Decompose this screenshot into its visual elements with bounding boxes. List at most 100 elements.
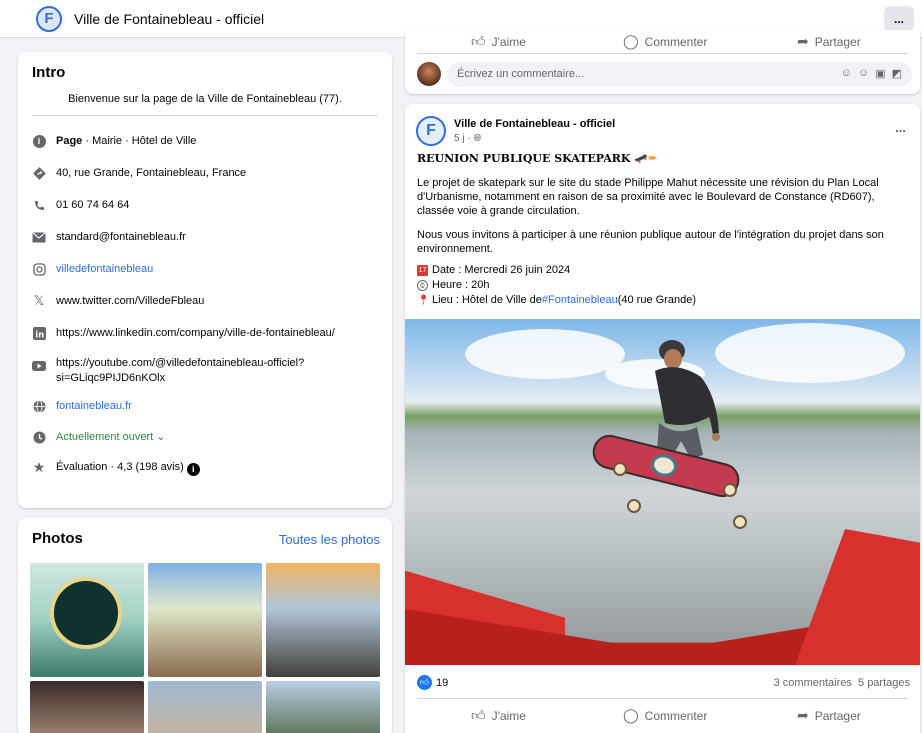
event-date: 17 Date : Mercredi 26 juin 2024 — [417, 263, 570, 277]
like-button[interactable]: 👍︎ J'aime — [471, 707, 526, 724]
thumbs-up-icon: 👍︎ — [471, 707, 486, 723]
event-place-text: Lieu : Hôtel de Ville de — [432, 294, 542, 306]
photo-thumbnail[interactable] — [148, 681, 262, 733]
prev-like-label: J'aime — [491, 34, 526, 49]
comment-icon: ◯ — [623, 707, 639, 723]
thumbs-up-icon: 👍︎ — [471, 33, 486, 49]
event-place-suffix: (40 rue Grande) — [617, 294, 696, 306]
email-text[interactable]: standard@fontainebleau.fr — [56, 230, 186, 245]
prev-comment-label: Commenter — [644, 34, 708, 49]
engagement-counts: 3 commentaires 5 partages — [774, 677, 910, 689]
intro-bio: Bienvenue sur la page de la Ville de Fon… — [32, 93, 378, 116]
website-link[interactable]: fontainebleau.fr — [56, 399, 132, 414]
info-row-linkedin: in https://www.linkedin.com/company/vill… — [32, 326, 335, 341]
post-author-logo[interactable]: F — [416, 116, 446, 146]
all-photos-link[interactable]: Toutes les photos — [279, 532, 380, 547]
info-row-category: i Page · Mairie · Hôtel de Ville — [32, 134, 196, 149]
photos-card: Photos Toutes les photos — [18, 518, 392, 733]
phone-text[interactable]: 01 60 74 64 64 — [56, 198, 129, 213]
prev-share-button[interactable]: ➦ Partager — [797, 33, 861, 50]
prev-comment-button[interactable]: ◯ Commenter — [623, 33, 707, 50]
calendar-icon: 17 — [417, 264, 428, 276]
post-title-text: REUNION PUBLIQUE SKATEPARK — [417, 152, 631, 165]
post-more-button[interactable]: ... — [895, 120, 906, 135]
info-row-instagram: villedefontainebleau — [32, 262, 153, 277]
category-text: · Mairie · Hôtel de Ville — [82, 135, 197, 147]
info-row-hours[interactable]: Actuellement ouvert ⌄ — [32, 430, 166, 445]
user-avatar[interactable] — [417, 62, 441, 86]
post-paragraph: Le projet de skatepark sur le site du st… — [417, 177, 879, 217]
youtube-text[interactable]: https://youtube.com/@villedefontaineblea… — [56, 356, 304, 371]
divider — [417, 698, 908, 699]
youtube-text-continued[interactable]: si=GLiqc9PIJD6nKOlx — [56, 371, 304, 386]
hashtag-link[interactable]: #Fontainebleau — [542, 293, 618, 307]
share-button[interactable]: ➦ Partager — [797, 707, 861, 724]
info-row-email: standard@fontainebleau.fr — [32, 230, 186, 245]
rating-text: Évaluation · 4,3 (198 avis) — [56, 461, 184, 473]
category-label: Page — [56, 135, 83, 147]
sticker-icon[interactable]: ◩ — [892, 67, 902, 80]
email-icon — [32, 230, 46, 244]
share-icon: ➦ — [797, 707, 809, 723]
info-row-rating: ★ Évaluation · 4,3 (198 avis) i — [32, 458, 200, 476]
prev-like-button[interactable]: 👍︎ J'aime — [471, 33, 526, 50]
youtube-icon — [32, 359, 46, 373]
photo-thumbnail[interactable] — [30, 563, 144, 677]
address-text: 40, rue Grande, Fontainebleau, France — [56, 167, 247, 179]
more-options-button[interactable]: ... — [884, 6, 914, 32]
post-photo[interactable] — [405, 319, 920, 665]
post-card: F Ville de Fontainebleau - officiel 5 j … — [405, 104, 920, 733]
photo-thumbnail[interactable] — [148, 563, 262, 677]
page-name[interactable]: Ville de Fontainebleau - officiel — [74, 11, 264, 27]
post-author[interactable]: Ville de Fontainebleau - officiel — [454, 118, 615, 130]
reactions-summary[interactable]: 👍︎ 19 — [417, 675, 448, 690]
shares-count[interactable]: 5 partages — [858, 677, 910, 689]
instagram-link[interactable]: villedefontainebleau — [56, 262, 153, 277]
share-label: Partager — [814, 708, 861, 723]
post-time-text: 5 j · — [454, 133, 474, 144]
comments-count[interactable]: 3 commentaires — [774, 677, 852, 689]
twitter-text[interactable]: www.twitter.com/VilledeFbleau — [56, 294, 204, 309]
globe-icon: 🌐︎ — [473, 133, 482, 144]
hours-status[interactable]: Actuellement ouvert — [56, 431, 153, 443]
chevron-down-icon[interactable]: ⌄ — [156, 431, 165, 443]
comment-button[interactable]: ◯ Commenter — [623, 707, 707, 724]
post-timestamp[interactable]: 5 j · 🌐︎ — [454, 133, 481, 144]
event-time: ⌚︎ Heure : 20h — [417, 278, 489, 292]
info-row-youtube: https://youtube.com/@villedefontaineblea… — [32, 356, 304, 386]
comment-input[interactable]: Écrivez un commentaire... ☺ ☺ ▣ ◩ — [447, 62, 912, 87]
share-icon: ➦ — [797, 33, 809, 49]
rating-info-icon[interactable]: i — [186, 463, 200, 476]
svg-text:in: in — [35, 330, 44, 340]
photo-thumbnail[interactable] — [266, 681, 380, 733]
event-place: 📍︎ Lieu : Hôtel de Ville de #Fontaineble… — [417, 293, 696, 307]
location-icon — [32, 166, 46, 180]
intro-card: Intro Bienvenue sur la page de la Ville … — [18, 52, 392, 508]
linkedin-icon: in — [32, 326, 46, 340]
likes-count[interactable]: 19 — [436, 677, 448, 689]
instagram-icon — [32, 262, 46, 276]
divider — [417, 53, 908, 54]
emoji-icon[interactable]: ☺ — [858, 67, 869, 80]
clock-icon — [32, 430, 46, 444]
avatar-sticker-icon[interactable]: ☺ — [841, 67, 852, 80]
event-date-text: Date : Mercredi 26 juin 2024 — [432, 264, 571, 276]
photo-thumbnail[interactable] — [266, 563, 380, 677]
star-icon: ★ — [32, 458, 46, 475]
post-title: REUNION PUBLIQUE SKATEPARK 🛹✒ — [417, 152, 657, 165]
info-row-website: fontainebleau.fr — [32, 399, 132, 414]
comment-placeholder: Écrivez un commentaire... — [457, 68, 585, 80]
linkedin-text[interactable]: https://www.linkedin.com/company/ville-d… — [56, 326, 335, 341]
post-paragraph: Nous vous invitons à participer à une ré… — [417, 229, 884, 255]
x-twitter-icon: 𝕏 — [33, 293, 45, 308]
comment-icon: ◯ — [623, 33, 639, 49]
page-logo[interactable]: F — [36, 5, 62, 32]
globe-icon — [32, 399, 46, 413]
info-row-twitter: 𝕏 www.twitter.com/VilledeFbleau — [32, 293, 205, 309]
clock-icon: ⌚︎ — [417, 279, 428, 291]
photo-thumbnail[interactable] — [30, 681, 144, 733]
pin-icon: 📍︎ — [417, 294, 430, 306]
gif-icon[interactable]: ▣ — [875, 67, 885, 80]
post-title-emoji: 🛹✒ — [634, 152, 658, 165]
info-row-address: 40, rue Grande, Fontainebleau, France — [32, 166, 246, 181]
